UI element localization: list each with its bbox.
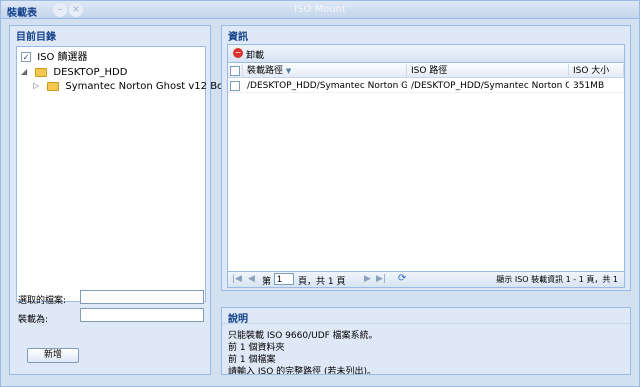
root-checkbox[interactable]: ✓ <box>21 52 31 62</box>
pager-summary: 顯示 ISO 裝載資訊 1 - 1 頁，共 1 <box>496 275 618 284</box>
grid-header: 裝載路徑 ▼ ISO 路徑 ISO 大小 <box>228 64 624 78</box>
grid-toolbar: − 卸載 <box>228 45 624 63</box>
last-page-icon[interactable]: ▶| <box>376 274 386 284</box>
description-panel: 說明 只能裝載 ISO 9660/UDF 檔案系統。 前 1 個資料夾 前 1 … <box>221 307 631 375</box>
pager: |◀ ◀ 第 頁，共 1 頁 ▶ ▶| ⟳ 顯示 ISO 裝載資訊 1 - 1 … <box>228 271 624 287</box>
cell-mount-path: /DESKTOP_HDD/Symantec Norton Gho... <box>247 81 407 91</box>
next-page-icon[interactable]: ▶ <box>364 274 371 284</box>
page-suffix: 頁，共 1 頁 <box>298 277 346 287</box>
column-iso-path[interactable]: ISO 路徑 <box>407 64 569 78</box>
column-mount-path[interactable]: 裝載路徑 ▼ <box>243 64 407 78</box>
tree-root-row[interactable]: ✓ ISO 饋選器 <box>21 51 88 65</box>
iso-mount-window: 裝載表 ISO Mount – × 目前目錄 ✓ ISO 饋選器 ◢ DESKT… <box>0 0 640 387</box>
collapse-arrow-icon[interactable]: ▷ <box>33 79 41 93</box>
unmount-button[interactable]: 卸載 <box>246 48 264 61</box>
sort-desc-icon: ▼ <box>285 67 292 75</box>
minimize-icon[interactable]: – <box>53 3 67 17</box>
selected-file-field[interactable] <box>80 290 204 304</box>
column-mount-path-label: 裝載路徑 <box>247 66 284 76</box>
info-panel: 資訊 − 卸載 裝載路徑 ▼ ISO 路徑 ISO 大小 /DESKTOP_HD… <box>221 25 631 291</box>
mount-as-field[interactable] <box>80 308 204 322</box>
page-prefix: 第 <box>262 277 272 287</box>
page-number-input[interactable] <box>274 273 294 285</box>
folder-icon <box>47 81 60 91</box>
expand-arrow-icon[interactable]: ◢ <box>21 65 29 79</box>
info-title: 資訊 <box>228 32 248 43</box>
current-directory-title: 目前目錄 <box>16 32 56 43</box>
unmount-icon: − <box>233 48 243 58</box>
cell-iso-size: 351MB <box>573 81 605 91</box>
window-subtitle: ISO Mount <box>294 4 346 15</box>
cell-iso-path: /DESKTOP_HDD/Symantec Norton Gho... <box>411 81 569 91</box>
header-select-all[interactable] <box>228 64 243 78</box>
close-icon[interactable]: × <box>69 3 83 17</box>
select-all-checkbox[interactable] <box>230 65 240 76</box>
tree-folder-row[interactable]: ◢ DESKTOP_HDD <box>21 65 127 79</box>
prev-page-icon[interactable]: ◀ <box>248 274 255 284</box>
mount-as-label: 裝載為: <box>18 315 49 325</box>
mount-grid: − 卸載 裝載路徑 ▼ ISO 路徑 ISO 大小 /DESKTOP_HDD/S… <box>227 44 625 288</box>
folder-icon <box>35 67 48 77</box>
tree-child-row[interactable]: ▷ Symantec Norton Ghost v12 Boot <box>33 79 233 93</box>
current-directory-panel: 目前目錄 ✓ ISO 饋選器 ◢ DESKTOP_HDD ▷ Symantec … <box>9 25 233 375</box>
description-line: 請輸入 ISO 的完整路徑 (若未列出)。 <box>228 367 377 375</box>
table-row[interactable]: /DESKTOP_HDD/Symantec Norton Gho... /DES… <box>228 79 624 93</box>
row-checkbox-cell[interactable] <box>228 79 243 93</box>
column-iso-size[interactable]: ISO 大小 <box>569 64 624 78</box>
tree-child-label: Symantec Norton Ghost v12 Boot <box>65 81 234 92</box>
tree-root-label: ISO 饋選器 <box>37 52 88 63</box>
add-button[interactable]: 新增 <box>27 348 79 363</box>
first-page-icon[interactable]: |◀ <box>232 274 242 284</box>
tree-folder-label: DESKTOP_HDD <box>53 67 128 78</box>
refresh-icon[interactable]: ⟳ <box>398 273 406 284</box>
row-checkbox[interactable] <box>230 80 240 91</box>
description-divider <box>222 323 630 324</box>
selected-file-label: 選取的檔案: <box>18 296 67 306</box>
directory-tree: ✓ ISO 饋選器 ◢ DESKTOP_HDD ▷ Symantec Norto… <box>16 46 233 302</box>
title-bar: 裝載表 ISO Mount – × <box>1 1 639 19</box>
